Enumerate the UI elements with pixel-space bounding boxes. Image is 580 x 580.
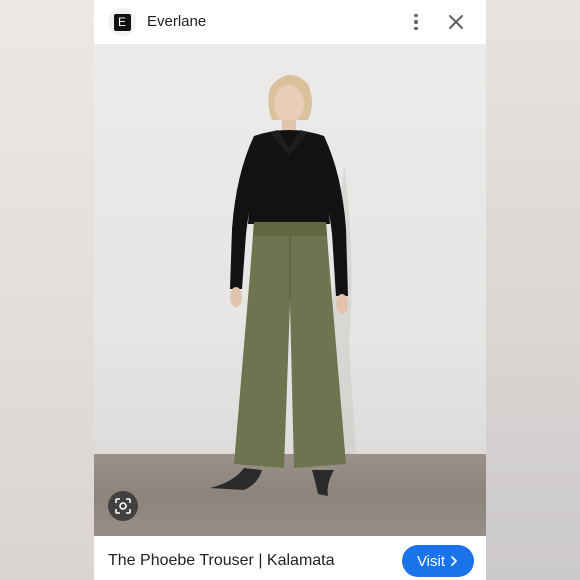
visual-match-panel: E Everlane The Phoebe Trouser | Kalamata…: [94, 0, 486, 580]
background-blur-left: [0, 0, 94, 580]
more-options-button[interactable]: [404, 10, 428, 34]
site-logo-letter: E: [113, 13, 131, 31]
more-vert-icon-dot: [414, 13, 418, 18]
model-figure: [210, 74, 356, 496]
visit-button[interactable]: Visit: [402, 545, 474, 577]
site-logo[interactable]: E: [108, 8, 136, 36]
product-title[interactable]: The Phoebe Trouser | Kalamata: [108, 552, 335, 570]
chevron-right-icon: [451, 556, 457, 566]
more-vert-icon-dot: [414, 20, 418, 24]
footer-bar: The Phoebe Trouser | Kalamata Visit: [94, 536, 486, 580]
close-icon: [449, 15, 463, 29]
close-button[interactable]: [444, 10, 468, 34]
lens-search-button[interactable]: [108, 491, 138, 521]
lens-search-icon: [115, 498, 131, 514]
header-bar: E Everlane: [94, 0, 486, 44]
background-blur-right: [486, 0, 580, 580]
visit-label: Visit: [416, 552, 446, 570]
more-vert-icon-dot: [414, 26, 418, 31]
site-name[interactable]: Everlane: [147, 13, 206, 30]
product-image[interactable]: [94, 44, 486, 536]
